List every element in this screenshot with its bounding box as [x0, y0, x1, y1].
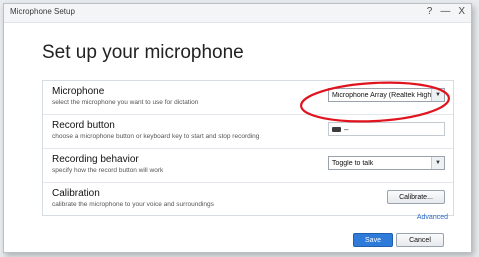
help-icon[interactable]: ?	[427, 6, 433, 17]
recording-behavior-title: Recording behavior	[52, 154, 139, 165]
calibration-row: Calibration calibrate the microphone to …	[43, 183, 453, 216]
window-controls: ? — X	[427, 6, 465, 17]
record-key-value: –	[344, 124, 349, 134]
settings-panel: Microphone select the microphone you wan…	[42, 80, 454, 216]
calibration-description: calibrate the microphone to your voice a…	[52, 201, 214, 208]
cancel-button[interactable]: Cancel	[396, 233, 444, 247]
microphone-selected-value: Microphone Array (Realtek High	[332, 91, 432, 99]
microphone-row: Microphone select the microphone you wan…	[43, 81, 453, 115]
calibration-title: Calibration	[52, 188, 100, 199]
title-bar: Microphone Setup ? — X	[4, 4, 471, 23]
record-key-field[interactable]: –	[328, 122, 445, 136]
keyboard-icon	[332, 126, 341, 132]
microphone-description: select the microphone you want to use fo…	[52, 99, 199, 106]
microphone-setup-window: Microphone Setup ? — X Set up your micro…	[3, 3, 472, 253]
chevron-down-icon[interactable]: ▼	[431, 157, 444, 169]
recording-behavior-selected-value: Toggle to talk	[332, 159, 374, 167]
minimize-icon[interactable]: —	[440, 6, 450, 17]
recording-behavior-select[interactable]: Toggle to talk ▼	[328, 156, 445, 170]
page-title: Set up your microphone	[42, 42, 244, 63]
calibrate-button[interactable]: Calibrate...	[387, 190, 445, 204]
close-icon[interactable]: X	[458, 6, 465, 17]
save-button[interactable]: Save	[353, 233, 393, 247]
recording-behavior-row: Recording behavior specify how the recor…	[43, 149, 453, 183]
record-button-row: Record button choose a microphone button…	[43, 115, 453, 149]
record-button-description: choose a microphone button or keyboard k…	[52, 133, 260, 140]
microphone-select[interactable]: Microphone Array (Realtek High ▼	[328, 88, 445, 102]
recording-behavior-description: specify how the record button will work	[52, 167, 164, 174]
advanced-link[interactable]: Advanced	[417, 214, 448, 221]
chevron-down-icon[interactable]: ▼	[431, 89, 444, 101]
record-button-title: Record button	[52, 120, 115, 131]
microphone-title: Microphone	[52, 86, 105, 97]
window-title: Microphone Setup	[10, 7, 75, 16]
